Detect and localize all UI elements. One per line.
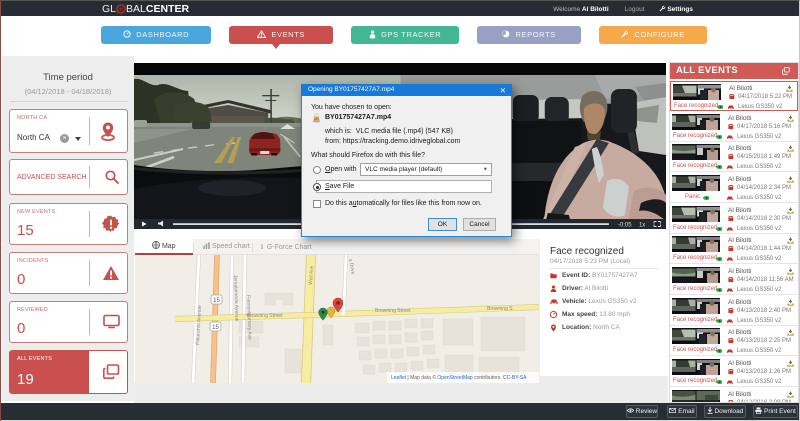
svg-text:1x: 1x xyxy=(639,223,645,229)
svg-text:15: 15 xyxy=(212,325,219,331)
svg-text:-0:05: -0:05 xyxy=(618,223,632,229)
svg-text:15: 15 xyxy=(213,298,220,304)
svg-text:Browning Street: Browning Street xyxy=(375,308,411,314)
svg-text:Browning S: Browning S xyxy=(487,306,513,312)
svg-text:Leaflet | Map data © OpenStree: Leaflet | Map data © OpenStreetMap contr… xyxy=(391,374,527,381)
